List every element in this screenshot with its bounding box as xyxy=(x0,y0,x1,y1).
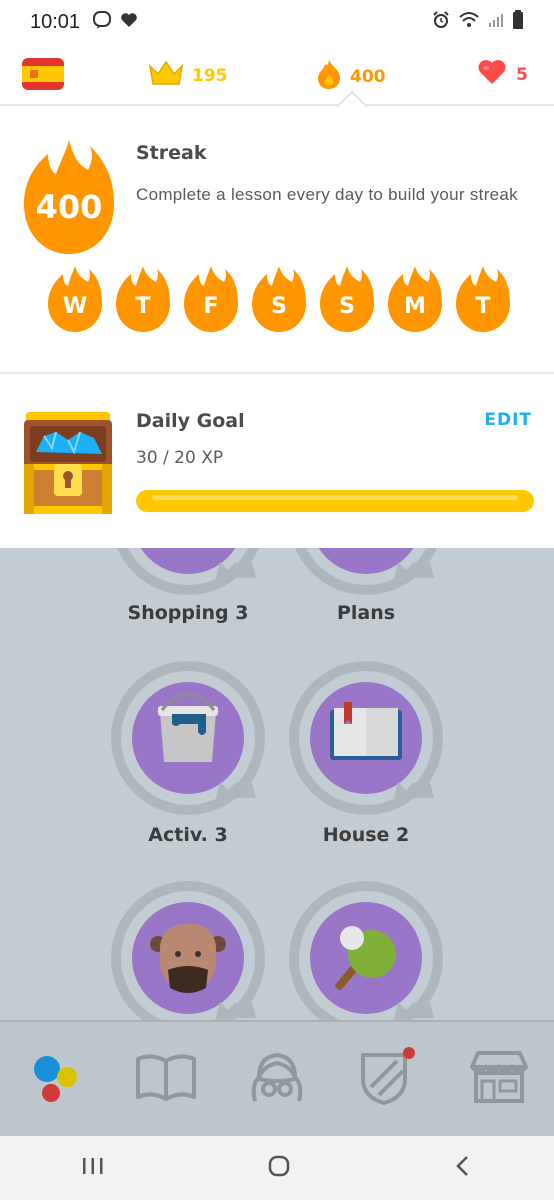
streak-day-label: M xyxy=(404,294,426,319)
streak-day-label: T xyxy=(475,294,491,319)
learn-icon xyxy=(25,1047,85,1111)
alarm-icon xyxy=(432,10,450,34)
streak-description: Complete a lesson every day to build you… xyxy=(136,185,518,204)
skill-activ-3[interactable]: Activ. 3 xyxy=(108,658,268,858)
streak-day-flame: S xyxy=(250,264,308,334)
leagues-icon xyxy=(357,1047,419,1111)
recent-apps-icon[interactable] xyxy=(81,1155,105,1181)
skill-house-2[interactable]: House 2 xyxy=(286,658,446,858)
nav-learn[interactable] xyxy=(15,1039,95,1119)
streak-day-flame: T xyxy=(454,264,512,334)
notification-dot xyxy=(402,1047,415,1059)
profile-icon xyxy=(245,1049,309,1109)
streak-day-label: S xyxy=(271,294,287,319)
edit-goal-button[interactable]: EDIT xyxy=(484,410,532,430)
viber-icon xyxy=(92,10,112,35)
top-stats-bar: 195 400 5 xyxy=(0,44,554,106)
hearts-count: 5 xyxy=(516,64,528,85)
streak-flame-badge: 400 xyxy=(22,138,116,256)
back-icon[interactable] xyxy=(453,1154,473,1182)
skill-name: Plans xyxy=(336,602,396,624)
nav-shop[interactable] xyxy=(459,1039,539,1119)
streak-count: 400 xyxy=(350,66,386,87)
skill-person[interactable] xyxy=(108,878,268,1020)
skill-name: Activ. 3 xyxy=(148,824,228,846)
signal-icon xyxy=(488,11,504,33)
streak-number: 400 xyxy=(35,188,103,226)
spanish-flag-icon[interactable] xyxy=(22,58,64,90)
daily-goal-progress-fill xyxy=(136,490,534,512)
daily-goal-xp: 30 / 20 XP xyxy=(136,448,224,468)
heart-notification-icon xyxy=(120,11,138,33)
skill-name: Shopping 3 xyxy=(127,602,249,624)
treasure-chest-icon xyxy=(22,408,114,518)
book-icon xyxy=(330,702,402,760)
streak-day-label: T xyxy=(135,294,151,319)
skill-ping-pong[interactable] xyxy=(286,878,446,1020)
home-icon[interactable] xyxy=(267,1154,291,1182)
crown-icon xyxy=(148,58,184,93)
system-navigation-bar xyxy=(0,1136,554,1200)
skill-tree: Shopping 3 Plans Activ. 3 House 2 xyxy=(0,548,554,1020)
status-time: 10:01 xyxy=(30,10,81,33)
wifi-icon xyxy=(458,11,480,34)
nav-profile[interactable] xyxy=(237,1039,317,1119)
daily-goal-title: Daily Goal xyxy=(136,410,245,432)
skill-shopping-3[interactable]: Shopping 3 xyxy=(108,548,268,638)
streak-day-flame: T xyxy=(114,264,172,334)
heart-icon xyxy=(476,58,508,91)
daily-goal-panel: Daily Goal 30 / 20 XP EDIT xyxy=(0,374,554,548)
skill-name: House 2 xyxy=(322,824,410,846)
battery-icon xyxy=(512,9,524,35)
nav-leagues[interactable] xyxy=(348,1039,428,1119)
streak-day-flame: W xyxy=(46,264,104,334)
streak-days: WTFSSMT xyxy=(46,264,512,334)
streak-title: Streak xyxy=(136,142,207,164)
streak-stat[interactable]: 400 xyxy=(316,58,386,95)
shop-icon xyxy=(468,1049,530,1109)
bottom-navigation xyxy=(0,1020,554,1136)
skill-plans[interactable]: Plans xyxy=(286,548,446,638)
streak-day-flame: F xyxy=(182,264,240,334)
status-bar: 10:01 xyxy=(0,0,554,44)
streak-panel: 400 Streak Complete a lesson every day t… xyxy=(0,106,554,372)
streak-day-flame: S xyxy=(318,264,376,334)
daily-goal-progress-bar xyxy=(136,490,534,512)
hearts-stat[interactable]: 5 xyxy=(476,58,528,91)
streak-day-label: F xyxy=(203,294,219,319)
nav-stories[interactable] xyxy=(126,1039,206,1119)
stories-icon xyxy=(134,1051,198,1107)
crowns-stat[interactable]: 195 xyxy=(148,58,228,93)
streak-day-label: S xyxy=(339,294,355,319)
flame-icon xyxy=(316,58,342,95)
streak-day-flame: M xyxy=(386,264,444,334)
crowns-count: 195 xyxy=(192,65,228,86)
streak-day-label: W xyxy=(62,294,88,319)
